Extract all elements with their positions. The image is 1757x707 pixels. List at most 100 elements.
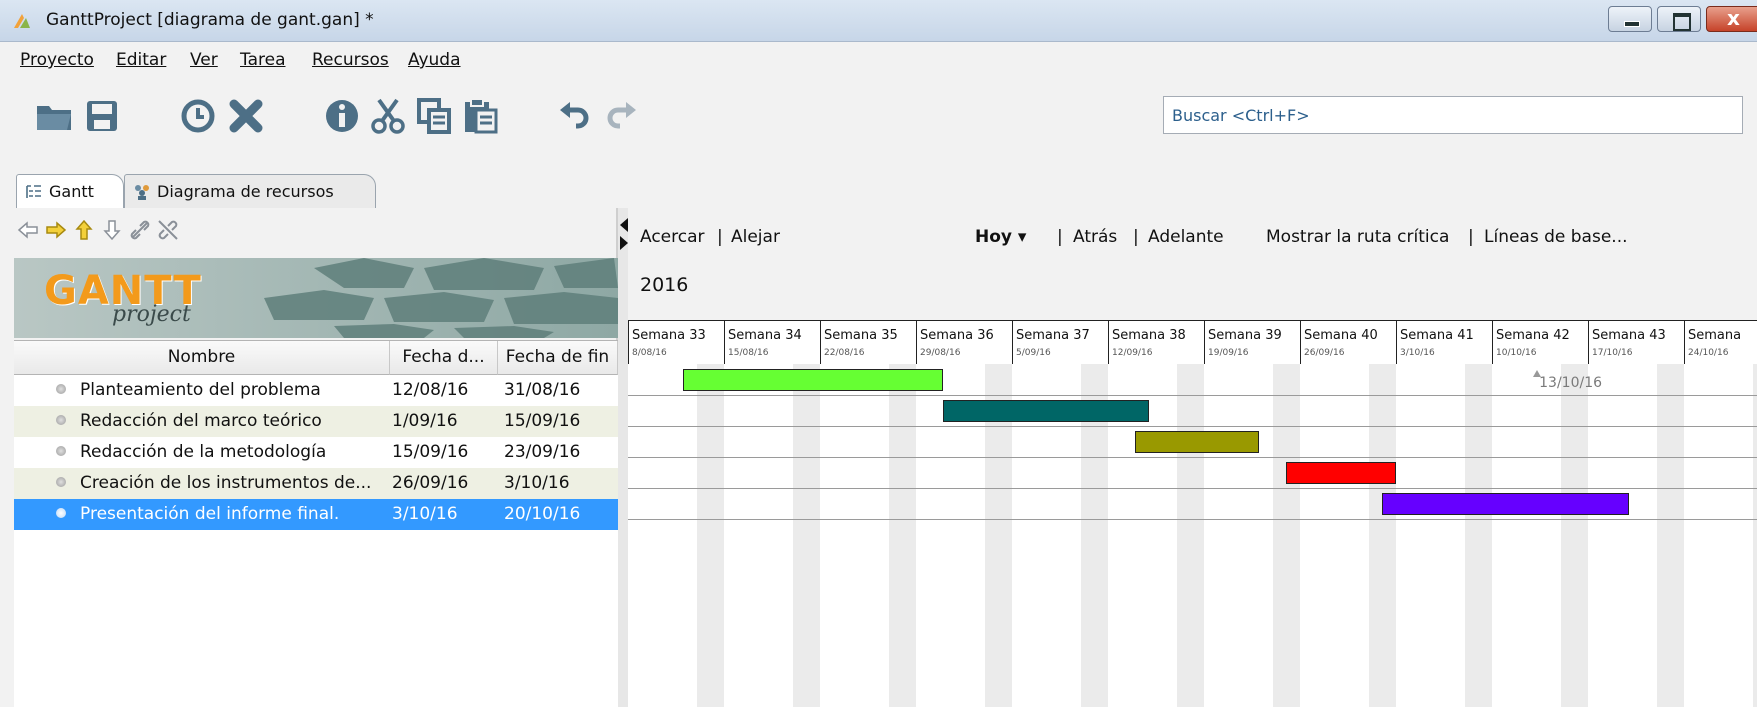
table-row[interactable]: Planteamiento del problema 12/08/16 31/0…	[14, 375, 618, 406]
week-label: Semana 33	[632, 328, 706, 343]
back-link[interactable]: Atrás	[1073, 227, 1117, 247]
arrow-up-icon[interactable]	[72, 218, 96, 242]
task-bullet-icon	[56, 508, 66, 518]
undo-icon[interactable]	[556, 96, 596, 136]
menu-proyecto[interactable]: Proyecto	[20, 50, 94, 70]
weekend-band	[1464, 364, 1492, 707]
week-date: 10/10/16	[1496, 348, 1537, 358]
task-start: 1/09/16	[392, 411, 458, 431]
unlink-icon[interactable]	[156, 218, 180, 242]
view-tabs: Gantt Diagrama de recursos	[0, 156, 1757, 208]
title-bar: GanttProject [diagrama de gant.gan] *	[0, 0, 1757, 42]
arrow-left-icon[interactable]	[16, 218, 40, 242]
column-header-start[interactable]: Fecha d...	[390, 341, 498, 375]
week-date: 12/09/16	[1112, 348, 1153, 358]
week-column: Semana 33 8/08/16	[628, 321, 724, 365]
table-row[interactable]: Creación de los instrumentos de... 26/09…	[14, 468, 618, 499]
tab-gantt[interactable]: Gantt	[16, 174, 124, 208]
task-start: 3/10/16	[392, 504, 458, 524]
today-dropdown[interactable]: Hoy ▾	[975, 227, 1026, 247]
week-date: 3/10/16	[1400, 348, 1435, 358]
task-end: 3/10/16	[504, 473, 570, 493]
cut-icon[interactable]	[368, 96, 408, 136]
week-label: Semana 41	[1400, 328, 1474, 343]
save-icon[interactable]	[82, 96, 122, 136]
gantt-tree-icon	[26, 185, 41, 198]
zoom-out-link[interactable]: Alejar	[731, 227, 780, 247]
task-start: 15/09/16	[392, 442, 469, 462]
task-bar[interactable]	[1382, 493, 1630, 515]
today-label: Hoy	[975, 227, 1012, 247]
row-divider	[628, 488, 1757, 489]
task-bullet-icon	[56, 384, 66, 394]
weekend-band	[888, 364, 916, 707]
week-label: Semana 43	[1592, 328, 1666, 343]
tab-resources[interactable]: Diagrama de recursos	[124, 174, 376, 208]
week-date: 19/09/16	[1208, 348, 1249, 358]
week-column: Semana 34 15/08/16	[724, 321, 820, 365]
collapse-left-icon[interactable]	[620, 218, 628, 232]
zoom-in-link[interactable]: Acercar	[640, 227, 705, 247]
week-date: 26/09/16	[1304, 348, 1345, 358]
forward-link[interactable]: Adelante	[1148, 227, 1224, 247]
task-end: 31/08/16	[504, 380, 581, 400]
week-axis: Semana 33 8/08/16 Semana 34 15/08/16 Semana …	[628, 320, 1757, 365]
week-label: Semana 39	[1208, 328, 1282, 343]
week-column: Semana 39 19/09/16	[1204, 321, 1300, 365]
week-date: 15/08/16	[728, 348, 769, 358]
task-bar[interactable]	[943, 400, 1150, 422]
column-header-name[interactable]: Nombre	[14, 341, 390, 375]
week-column: Semana 37 5/09/16	[1012, 321, 1108, 365]
task-bar[interactable]	[1286, 462, 1396, 484]
week-column: Semana 40 26/09/16	[1300, 321, 1396, 365]
link-icon[interactable]	[128, 218, 152, 242]
menu-tarea[interactable]: Tarea	[240, 50, 285, 70]
gantt-chart-body[interactable]: 13/10/16	[628, 364, 1757, 707]
column-header-end[interactable]: Fecha de fin	[498, 341, 618, 375]
task-bar[interactable]	[1135, 431, 1259, 453]
gantt-chart-panel: Acercar | Alejar Hoy ▾ | Atrás | Adelant…	[628, 208, 1757, 707]
clock-icon[interactable]	[178, 96, 218, 136]
week-label: Semana 37	[1016, 328, 1090, 343]
task-name: Planteamiento del problema	[80, 380, 321, 400]
critical-path-link[interactable]: Mostrar la ruta crítica	[1266, 227, 1449, 247]
search-input[interactable]	[1163, 96, 1743, 134]
open-folder-icon[interactable]	[34, 96, 74, 136]
week-date: 8/08/16	[632, 348, 667, 358]
week-label: Semana 40	[1304, 328, 1378, 343]
menu-recursos[interactable]: Recursos	[312, 50, 389, 70]
arrow-right-icon[interactable]	[44, 218, 68, 242]
maximize-button[interactable]	[1657, 6, 1701, 32]
paste-icon[interactable]	[460, 96, 500, 136]
week-label: Semana 38	[1112, 328, 1186, 343]
separator: |	[1133, 227, 1139, 247]
week-label: Semana	[1688, 328, 1742, 343]
resources-icon	[135, 185, 149, 200]
panel-splitter[interactable]	[618, 208, 628, 707]
arrow-down-icon[interactable]	[100, 218, 124, 242]
menu-ayuda[interactable]: Ayuda	[408, 50, 461, 70]
baselines-link[interactable]: Líneas de base...	[1484, 227, 1628, 247]
task-name: Redacción del marco teórico	[80, 411, 322, 431]
week-date: 29/08/16	[920, 348, 961, 358]
task-name: Redacción de la metodología	[80, 442, 327, 462]
row-divider	[628, 457, 1757, 458]
week-column: Semana 43 17/10/16	[1588, 321, 1684, 365]
delete-icon[interactable]	[226, 96, 266, 136]
collapse-right-icon[interactable]	[620, 236, 628, 250]
week-date: 24/10/16	[1688, 348, 1729, 358]
copy-icon[interactable]	[414, 96, 454, 136]
table-row[interactable]: Redacción del marco teórico 1/09/16 15/0…	[14, 406, 618, 437]
close-window-button[interactable]	[1706, 6, 1757, 32]
menu-bar: Proyecto Editar Ver Tarea Recursos Ayuda	[0, 42, 1757, 78]
table-row[interactable]: Redacción de la metodología 15/09/16 23/…	[14, 437, 618, 468]
task-bar[interactable]	[682, 369, 944, 391]
redo-icon[interactable]	[600, 96, 640, 136]
task-bullet-icon	[56, 477, 66, 487]
week-column: Semana 36 29/08/16	[916, 321, 1012, 365]
menu-ver[interactable]: Ver	[190, 50, 218, 70]
menu-editar[interactable]: Editar	[116, 50, 166, 70]
table-row-selected[interactable]: Presentación del informe final. 3/10/16 …	[14, 499, 618, 530]
minimize-button[interactable]	[1608, 6, 1652, 32]
info-icon[interactable]	[322, 96, 362, 136]
